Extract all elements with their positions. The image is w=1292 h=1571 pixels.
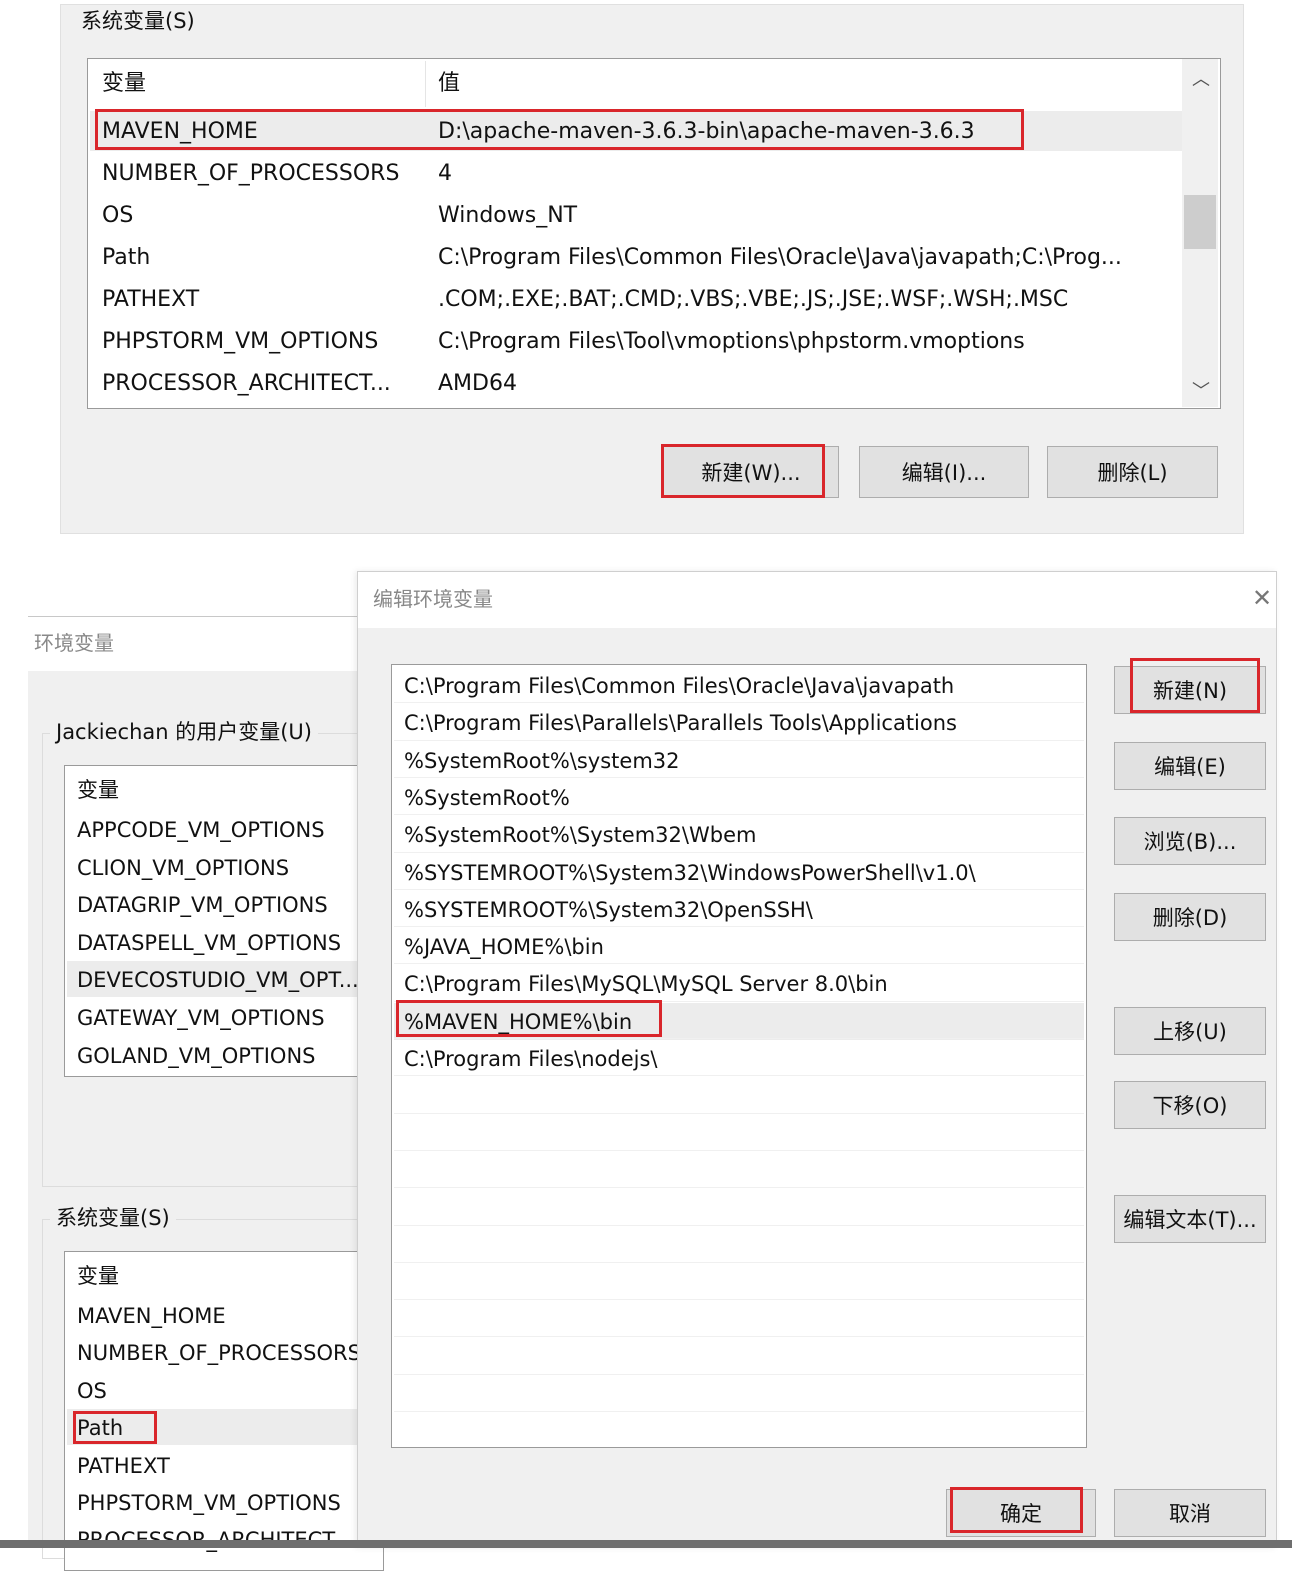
path-entry[interactable]: C:\Program Files\Parallels\Parallels Too…: [404, 713, 957, 734]
path-entry[interactable]: C:\Program Files\MySQL\MySQL Server 8.0\…: [404, 974, 888, 995]
row-divider: [394, 888, 1084, 890]
path-entry[interactable]: C:\Program Files\Common Files\Oracle\Jav…: [404, 676, 954, 697]
user-variables-list[interactable]: 变量 APPCODE_VM_OPTIONS CLION_VM_OPTIONS DAT…: [64, 765, 384, 1077]
system-variables-panel: 系统变量(S) 变量 值 MAVEN_HOME D:\apache-maven-3…: [60, 4, 1244, 534]
user-column-header[interactable]: 变量: [77, 780, 119, 801]
system-variable-name[interactable]: OS: [77, 1380, 107, 1402]
highlight-ok: [950, 1487, 1083, 1533]
variable-value[interactable]: C:\Program Files\Tool\vmoptions\phpstorm…: [438, 331, 1025, 353]
row-divider: [394, 1224, 1084, 1226]
row-divider: [394, 1261, 1084, 1263]
user-variable-name[interactable]: GOLAND_VM_OPTIONS: [77, 1045, 316, 1067]
row-divider: [394, 776, 1084, 778]
edit-entry-button[interactable]: 编辑(E): [1114, 742, 1266, 790]
row-divider: [394, 1299, 1084, 1301]
row-divider: [394, 1336, 1084, 1338]
row-divider: [394, 1448, 1084, 1450]
system-variable-name[interactable]: PHPSTORM_VM_OPTIONS: [77, 1493, 341, 1514]
row-divider: [394, 1373, 1084, 1375]
path-entry[interactable]: %SYSTEMROOT%\System32\WindowsPowerShell\…: [404, 862, 976, 884]
edit-dialog-title: 编辑环境变量: [373, 587, 493, 611]
user-variable-name[interactable]: GATEWAY_VM_OPTIONS: [77, 1008, 325, 1029]
variable-value[interactable]: Windows_NT: [438, 205, 577, 227]
user-variable-name[interactable]: APPCODE_VM_OPTIONS: [77, 820, 325, 841]
move-up-button[interactable]: 上移(U): [1114, 1007, 1266, 1055]
row-divider: [394, 1075, 1084, 1077]
row-divider: [394, 1411, 1084, 1412]
user-variable-name[interactable]: DATASPELL_VM_OPTIONS: [77, 932, 341, 954]
dialog-title: 环境变量: [34, 631, 114, 655]
path-entry[interactable]: %SystemRoot%: [404, 787, 570, 809]
scrollbar-thumb[interactable]: [1184, 195, 1216, 249]
close-icon[interactable]: ✕: [1252, 584, 1272, 612]
group-label: 系统变量(S): [75, 11, 201, 32]
system-variable-name[interactable]: PATHEXT: [77, 1455, 170, 1477]
highlight-path: [73, 1411, 157, 1444]
path-entry[interactable]: %SystemRoot%\system32: [404, 750, 680, 772]
variable-value[interactable]: AMD64: [438, 373, 517, 395]
environment-variables-dialog: 环境变量 Jackiechan 的用户变量(U) 变量 APPCODE_VM_O…: [28, 616, 384, 1571]
highlight-new-entry: [1130, 658, 1260, 713]
edit-variable-button[interactable]: 编辑(I)...: [859, 446, 1029, 498]
user-variable-name[interactable]: CLION_VM_OPTIONS: [77, 857, 289, 879]
edit-text-button[interactable]: 编辑文本(T)...: [1114, 1195, 1266, 1243]
user-variable-name[interactable]: DATAGRIP_VM_OPTIONS: [77, 895, 328, 916]
scroll-up-icon[interactable]: ︿: [1192, 65, 1210, 91]
row-divider: [394, 1149, 1084, 1151]
system-variable-name[interactable]: NUMBER_OF_PROCESSORS: [77, 1343, 361, 1364]
browse-button[interactable]: 浏览(B)...: [1114, 817, 1266, 865]
row-divider: [394, 926, 1084, 928]
cancel-button[interactable]: 取消: [1114, 1489, 1266, 1537]
row-divider: [394, 702, 1084, 704]
path-entry[interactable]: %JAVA_HOME%\bin: [404, 937, 604, 958]
variable-name[interactable]: PATHEXT: [102, 289, 199, 311]
column-divider[interactable]: [425, 61, 426, 107]
variable-name[interactable]: OS: [102, 205, 133, 227]
user-variable-name[interactable]: DEVECOSTUDIO_VM_OPT...: [77, 970, 359, 991]
variable-value[interactable]: C:\Program Files\Common Files\Oracle\Jav…: [438, 247, 1122, 269]
row-divider: [394, 1187, 1084, 1189]
system-variable-name[interactable]: MAVEN_HOME: [77, 1306, 226, 1327]
column-header-value[interactable]: 值: [438, 73, 460, 95]
highlight-new-button: [661, 444, 825, 498]
variable-name[interactable]: PROCESSOR_ARCHITECT...: [102, 373, 391, 395]
system-group-label: 系统变量(S): [50, 1208, 176, 1229]
variable-value[interactable]: .COM;.EXE;.BAT;.CMD;.VBS;.VBE;.JS;.JSE;.…: [438, 289, 1068, 311]
highlight-maven-bin: [396, 1000, 662, 1037]
row-divider: [394, 963, 1084, 965]
edit-dialog-title-bar: [358, 572, 1276, 628]
row-divider: [394, 1112, 1084, 1114]
column-header-variable[interactable]: 变量: [102, 73, 146, 95]
path-entries-list[interactable]: C:\Program Files\Common Files\Oracle\Jav…: [391, 664, 1087, 1450]
row-divider: [394, 814, 1084, 816]
edit-environment-variable-dialog: 编辑环境变量 ✕ C:\Program Files\Common Files\O…: [357, 571, 1277, 1548]
path-entry[interactable]: %SYSTEMROOT%\System32\OpenSSH\: [404, 899, 813, 921]
variable-value[interactable]: 4: [438, 163, 452, 185]
delete-entry-button[interactable]: 删除(D): [1114, 893, 1266, 941]
system-column-header[interactable]: 变量: [77, 1266, 119, 1287]
user-group-label: Jackiechan 的用户变量(U): [50, 722, 318, 743]
variable-name[interactable]: PHPSTORM_VM_OPTIONS: [102, 331, 378, 353]
row-divider: [394, 739, 1084, 741]
scroll-down-icon[interactable]: ﹀: [1192, 377, 1210, 403]
row-divider: [394, 1038, 1084, 1039]
variable-name[interactable]: Path: [102, 247, 150, 269]
highlight-maven-home: [95, 109, 1024, 150]
scrollbar[interactable]: ︿ ﹀: [1182, 59, 1218, 407]
taskbar-strip: [0, 1540, 1292, 1548]
row-divider: [394, 851, 1084, 853]
path-entry[interactable]: C:\Program Files\nodejs\: [404, 1049, 658, 1070]
path-entry[interactable]: %SystemRoot%\System32\Wbem: [404, 825, 756, 846]
move-down-button[interactable]: 下移(O): [1114, 1081, 1266, 1129]
delete-variable-button[interactable]: 删除(L): [1047, 446, 1218, 498]
variable-name[interactable]: NUMBER_OF_PROCESSORS: [102, 163, 399, 185]
